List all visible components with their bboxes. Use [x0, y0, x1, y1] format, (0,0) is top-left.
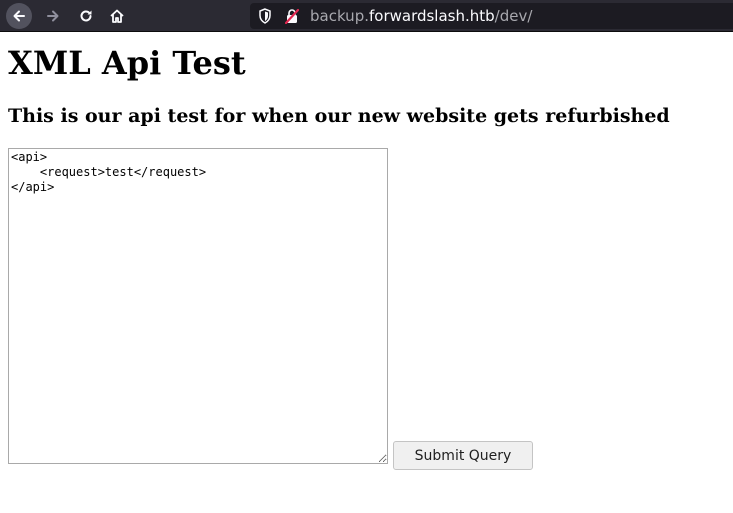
shield-icon[interactable] [258, 8, 272, 24]
xml-input[interactable] [8, 148, 388, 464]
url-text[interactable]: backup.forwardslash.htb/dev/ [310, 7, 532, 25]
forward-arrow-icon [47, 10, 59, 22]
address-bar[interactable]: backup.forwardslash.htb/dev/ [250, 3, 733, 29]
back-arrow-icon [13, 10, 25, 22]
submit-query-button[interactable]: Submit Query [393, 441, 533, 470]
reload-button[interactable] [73, 3, 99, 29]
home-icon [110, 9, 124, 23]
insecure-lock-icon[interactable] [285, 8, 299, 24]
home-button[interactable] [104, 3, 130, 29]
reload-icon [80, 10, 92, 22]
page-content: XML Api Test This is our api test for wh… [0, 32, 733, 513]
browser-toolbar: backup.forwardslash.htb/dev/ [0, 0, 733, 32]
url-host: forwardslash.htb [368, 7, 495, 25]
url-path: /dev/ [494, 7, 533, 25]
back-button[interactable] [6, 3, 32, 29]
forward-button[interactable] [40, 3, 66, 29]
page-title: XML Api Test [8, 44, 246, 82]
url-subdomain: backup. [310, 7, 369, 25]
page-subtitle: This is our api test for when our new we… [8, 105, 670, 127]
